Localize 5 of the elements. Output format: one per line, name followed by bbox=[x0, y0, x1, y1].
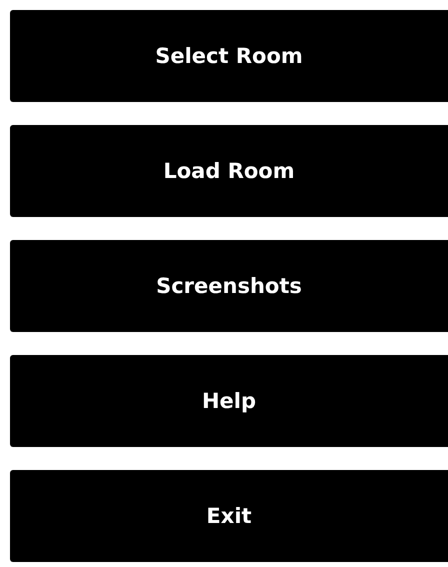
menu-button[interactable]: Exit bbox=[10, 470, 448, 562]
menu-button[interactable]: Select Room bbox=[10, 10, 448, 102]
menu-button[interactable]: Screenshots bbox=[10, 240, 448, 332]
menu-button[interactable]: Help bbox=[10, 355, 448, 447]
menu-button[interactable]: Load Room bbox=[10, 125, 448, 217]
